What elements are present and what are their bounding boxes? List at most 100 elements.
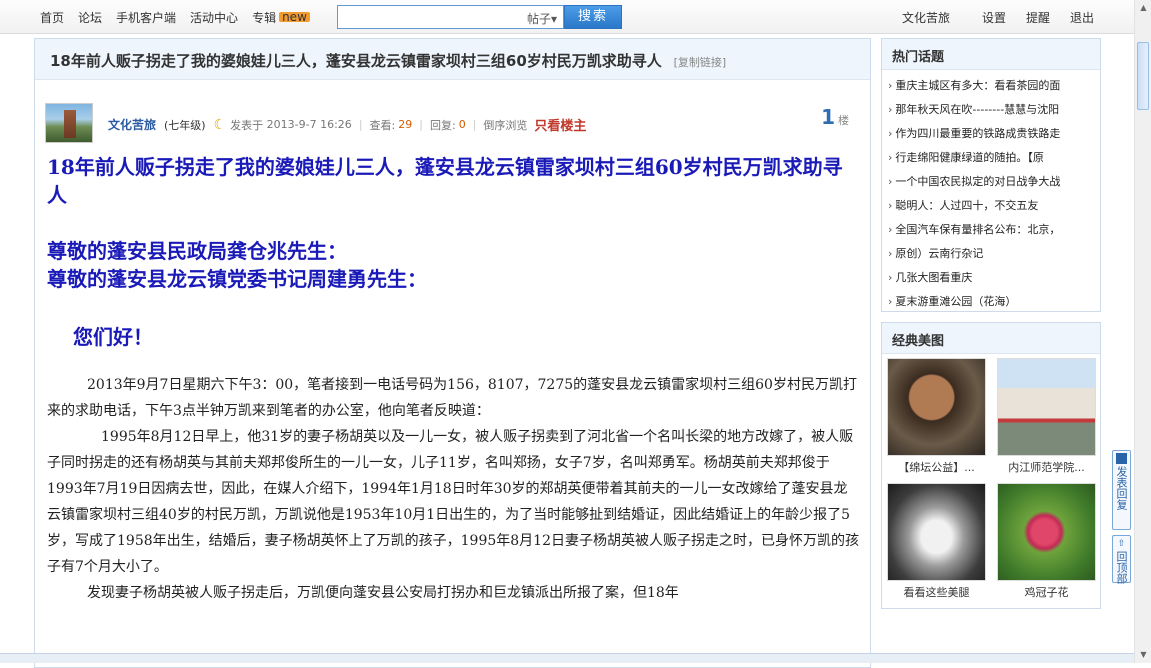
hot-topic-text: 作为四川最重要的铁路成贵铁路走 bbox=[895, 127, 1061, 140]
top-nav-bar: 首页 论坛 手机客户端 活动中心 专辑 new 帖子▾ 搜索 文化苦旅 设置 提醒… bbox=[0, 0, 1134, 34]
views-label: 查看: bbox=[369, 118, 396, 132]
reverse-order-link[interactable]: 倒序浏览 bbox=[483, 117, 527, 133]
list-item[interactable]: › 一个中国农民拟定的对日战争大战 bbox=[888, 170, 1096, 194]
list-item[interactable]: › 全国汽车保有量排名公布：北京， bbox=[888, 218, 1096, 242]
author-row: 文化苦旅 (七年级) ☾ 发表于 2013-9-7 16:26 | 查看: 29… bbox=[45, 103, 865, 147]
search-input[interactable] bbox=[338, 6, 513, 28]
reply-float-label: 发表回复 bbox=[1115, 466, 1128, 510]
post-title-bar: 18年前人贩子拐走了我的婆娘娃儿三人，蓬安县龙云镇雷家坝村三组60岁村民万凯求助… bbox=[35, 39, 870, 80]
bullet-icon: › bbox=[888, 223, 893, 236]
bullet-icon: › bbox=[888, 175, 893, 188]
hot-topic-text: 夏末游重滩公园（花海） bbox=[895, 295, 1017, 308]
nav-events[interactable]: 活动中心 bbox=[190, 9, 238, 26]
replies-count: 0 bbox=[458, 118, 466, 131]
campus-photo[interactable] bbox=[997, 358, 1096, 456]
hot-topic-text: 一个中国农民拟定的对日战争大战 bbox=[895, 175, 1061, 188]
author-name[interactable]: 文化苦旅 bbox=[108, 116, 156, 133]
legs-photo[interactable] bbox=[887, 483, 986, 581]
bullet-icon: › bbox=[888, 271, 893, 284]
nav-mobile[interactable]: 手机客户端 bbox=[116, 9, 176, 26]
vertical-scrollbar[interactable]: ▲ ▼ bbox=[1134, 0, 1151, 663]
bullet-icon: › bbox=[888, 247, 893, 260]
classic-pictures-title: 经典美图 bbox=[882, 323, 1100, 354]
floor-value: 1 bbox=[821, 105, 835, 129]
body-title: 18年前人贩子拐走了我的婆娘娃儿三人，蓬安县龙云镇雷家坝村三组60岁村民万凯求助… bbox=[47, 155, 843, 207]
bullet-icon: › bbox=[888, 295, 893, 308]
nav-albums[interactable]: 专辑 new bbox=[252, 9, 310, 26]
back-to-top-label: 回顶部 bbox=[1115, 551, 1128, 584]
copy-link-button[interactable]: [复制链接] bbox=[674, 56, 727, 69]
floor-unit: 楼 bbox=[838, 114, 849, 127]
salutation: 您们好！ bbox=[73, 325, 153, 349]
list-item[interactable]: › 几张大图看重庆 bbox=[888, 266, 1096, 290]
scroll-down-icon[interactable]: ▼ bbox=[1137, 648, 1150, 662]
scroll-up-icon[interactable]: ▲ bbox=[1137, 1, 1150, 15]
edit-icon bbox=[1116, 453, 1127, 464]
list-item[interactable]: › 重庆主城区有多大：看看茶园的面 bbox=[888, 74, 1096, 98]
main-nav: 首页 论坛 手机客户端 活动中心 专辑 new bbox=[40, 9, 310, 26]
chevron-down-icon: ▾ bbox=[550, 12, 557, 26]
picture-card[interactable]: 鸡冠子花 bbox=[997, 483, 1096, 600]
paragraph-2: 1995年8月12日早上，他31岁的妻子杨胡英以及一儿一女，被人贩子拐卖到了河北… bbox=[47, 429, 859, 575]
posted-label: 发表于 bbox=[230, 118, 264, 132]
posted-time: 2013-9-7 16:26 bbox=[266, 118, 352, 131]
hot-topic-text: 聪明人：人过四十，不交五友 bbox=[895, 199, 1039, 212]
avatar-pagoda-image bbox=[64, 110, 76, 138]
bullet-icon: › bbox=[888, 199, 893, 212]
remind-link[interactable]: 提醒 bbox=[1026, 9, 1050, 26]
list-item[interactable]: › 那年秋天风在吹--------慧慧与沈阳 bbox=[888, 98, 1096, 122]
paragraph-3: 发现妻子杨胡英被人贩子拐走后，万凯便向蓬安县公安局打拐办和巨龙镇派出所报了案，但… bbox=[87, 585, 679, 601]
picture-caption[interactable]: 看看这些美腿 bbox=[887, 584, 986, 600]
settings-link[interactable]: 设置 bbox=[982, 9, 1006, 26]
author-level: (七年级) bbox=[164, 118, 206, 132]
hot-topics-list: › 重庆主城区有多大：看看茶园的面 › 那年秋天风在吹--------慧慧与沈阳 ›… bbox=[882, 70, 1100, 314]
scrollbar-thumb[interactable] bbox=[1137, 42, 1149, 110]
user-nav: 文化苦旅 设置 提醒 退出 bbox=[902, 9, 1094, 26]
list-item[interactable]: › 夏末游重滩公园（花海） bbox=[888, 290, 1096, 314]
user-name-link[interactable]: 文化苦旅 bbox=[902, 9, 950, 26]
list-item[interactable]: › 行走绵阳健康绿道的随拍。【原 bbox=[888, 146, 1096, 170]
new-badge: new bbox=[279, 11, 310, 23]
logout-link[interactable]: 退出 bbox=[1070, 9, 1094, 26]
hot-topic-text: 几张大图看重庆 bbox=[895, 271, 973, 284]
only-op-link[interactable]: 只看楼主 bbox=[534, 115, 586, 134]
picture-caption[interactable]: 【绵坛公益】... bbox=[887, 459, 986, 475]
flower-photo[interactable] bbox=[997, 483, 1096, 581]
hot-topic-text: 行走绵阳健康绿道的随拍。【原 bbox=[895, 151, 1044, 164]
picture-card[interactable]: 内江师范学院... bbox=[997, 358, 1096, 475]
picture-card[interactable]: 看看这些美腿 bbox=[887, 483, 986, 600]
avatar[interactable] bbox=[45, 103, 93, 143]
views-count: 29 bbox=[398, 118, 413, 131]
nav-home[interactable]: 首页 bbox=[40, 9, 64, 26]
back-to-top-button[interactable]: ⇧ 回顶部 bbox=[1112, 535, 1131, 584]
paragraph-1: 2013年9月7日星期六下午3：00，笔者接到一电话号码为156，8107，72… bbox=[47, 377, 857, 419]
post-body: 18年前人贩子拐走了我的婆娘娃儿三人，蓬安县龙云镇雷家坝村三组60岁村民万凯求助… bbox=[47, 153, 859, 606]
hot-topic-text: 原创）云南行杂记 bbox=[895, 247, 984, 260]
picture-caption[interactable]: 鸡冠子花 bbox=[997, 584, 1096, 600]
search-scope-dropdown[interactable]: 帖子▾ bbox=[527, 10, 557, 27]
moon-icon: ☾ bbox=[213, 116, 227, 133]
list-item[interactable]: › 聪明人：人过四十，不交五友 bbox=[888, 194, 1096, 218]
picture-card[interactable]: 【绵坛公益】... bbox=[887, 358, 986, 475]
greeting-line-2: 尊敬的蓬安县龙云镇党委书记周建勇先生： bbox=[47, 267, 427, 291]
bullet-icon: › bbox=[888, 79, 893, 92]
hot-topics-panel: 热门话题 › 重庆主城区有多大：看看茶园的面 › 那年秋天风在吹--------慧慧… bbox=[881, 38, 1101, 312]
nav-forum[interactable]: 论坛 bbox=[78, 9, 102, 26]
post-container: 18年前人贩子拐走了我的婆娘娃儿三人，蓬安县龙云镇雷家坝村三组60岁村民万凯求助… bbox=[34, 38, 871, 668]
divider: | bbox=[358, 118, 363, 131]
arrow-up-icon: ⇧ bbox=[1117, 539, 1126, 549]
search-scope-label: 帖子 bbox=[526, 12, 551, 26]
post-meta: 文化苦旅 (七年级) ☾ 发表于 2013-9-7 16:26 | 查看: 29… bbox=[108, 115, 586, 135]
list-item[interactable]: › 原创）云南行杂记 bbox=[888, 242, 1096, 266]
floor-number: 1楼 bbox=[821, 105, 849, 129]
post-title: 18年前人贩子拐走了我的婆娘娃儿三人，蓬安县龙云镇雷家坝村三组60岁村民万凯求助… bbox=[50, 52, 662, 70]
reply-float-button[interactable]: 发表回复 bbox=[1112, 450, 1131, 530]
search-box: 帖子▾ bbox=[337, 5, 564, 29]
search-button[interactable]: 搜索 bbox=[564, 5, 622, 29]
hot-topic-text: 重庆主城区有多大：看看茶园的面 bbox=[895, 79, 1061, 92]
portrait-photo[interactable] bbox=[887, 358, 986, 456]
bullet-icon: › bbox=[888, 127, 893, 140]
picture-caption[interactable]: 内江师范学院... bbox=[997, 459, 1096, 475]
list-item[interactable]: › 作为四川最重要的铁路成贵铁路走 bbox=[888, 122, 1096, 146]
classic-pictures-panel: 经典美图 【绵坛公益】... 内江师范学院... 看看这些美腿 鸡冠子花 bbox=[881, 322, 1101, 609]
